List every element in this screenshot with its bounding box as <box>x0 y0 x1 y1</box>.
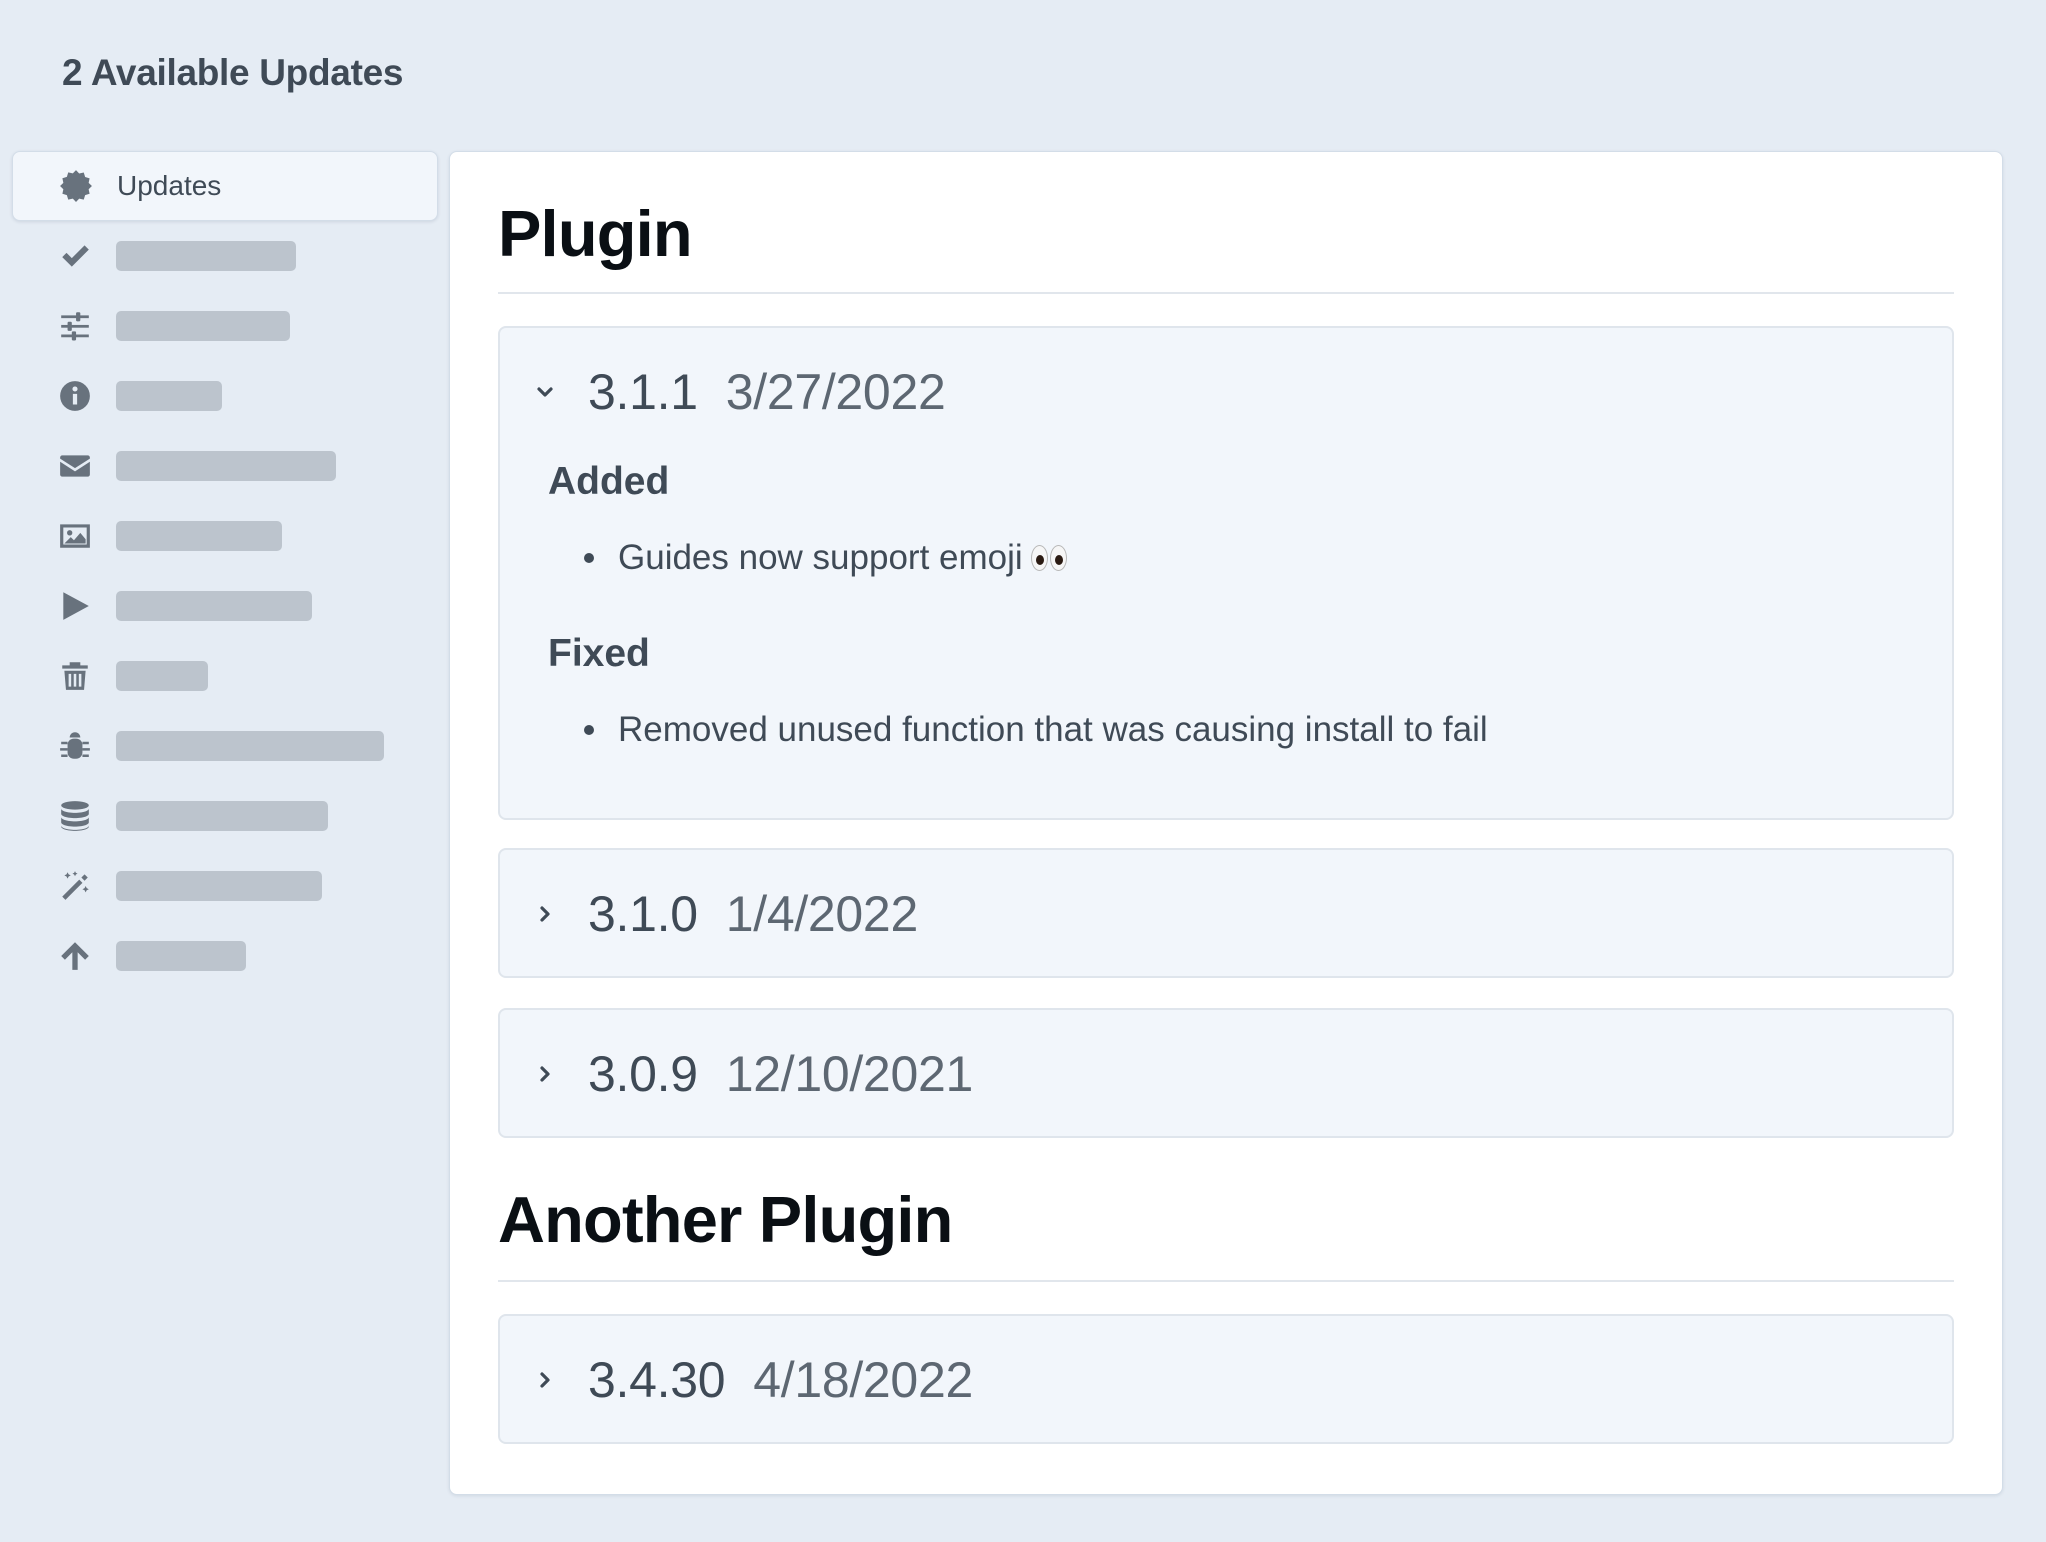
check-icon <box>56 237 94 275</box>
release-header[interactable]: 3.1.1 3/27/2022 <box>500 328 1952 456</box>
badge-icon <box>57 167 95 205</box>
label-placeholder <box>116 451 336 481</box>
change-heading-fixed: Fixed <box>548 632 650 675</box>
sidebar-item-6[interactable] <box>12 501 438 571</box>
bullet-dot <box>584 725 594 735</box>
label-placeholder <box>116 521 282 551</box>
sidebar-item-9[interactable] <box>12 711 438 781</box>
sidebar: Updates <box>12 151 438 991</box>
sliders-icon <box>56 307 94 345</box>
image-icon <box>56 517 94 555</box>
sidebar-item-3[interactable] <box>12 291 438 361</box>
bullet-dot <box>584 553 594 563</box>
release-card: 3.0.9 12/10/2021 <box>498 1008 1954 1138</box>
envelope-icon <box>56 447 94 485</box>
sidebar-item-2[interactable] <box>12 221 438 291</box>
divider <box>498 292 1954 294</box>
info-icon <box>56 377 94 415</box>
chevron-right-icon <box>534 903 556 925</box>
sidebar-item-updates[interactable]: Updates <box>12 151 438 221</box>
label-placeholder <box>116 311 290 341</box>
release-header[interactable]: 3.1.0 1/4/2022 <box>500 850 1952 978</box>
sidebar-item-11[interactable] <box>12 851 438 921</box>
sidebar-item-10[interactable] <box>12 781 438 851</box>
label-placeholder <box>116 591 312 621</box>
sidebar-item-4[interactable] <box>12 361 438 431</box>
release-header[interactable]: 3.4.30 4/18/2022 <box>500 1316 1952 1444</box>
change-heading-added: Added <box>548 460 670 503</box>
play-icon <box>56 587 94 625</box>
label-placeholder <box>116 381 222 411</box>
label-placeholder <box>116 801 328 831</box>
change-item: Guides now support emoji <box>584 538 1069 578</box>
release-version: 3.4.30 4/18/2022 <box>588 1352 973 1408</box>
sidebar-item-label: Updates <box>117 170 222 201</box>
release-version: 3.1.1 3/27/2022 <box>588 364 946 420</box>
release-date: 1/4/2022 <box>725 886 919 942</box>
magic-wand-icon <box>56 867 94 905</box>
release-card: 3.1.1 3/27/2022 Added Guides now support … <box>498 326 1954 820</box>
chevron-down-icon <box>534 381 556 403</box>
plugin-title: Another Plugin <box>498 1183 953 1256</box>
chevron-right-icon <box>534 1369 556 1391</box>
label-placeholder <box>116 241 296 271</box>
chevron-right-icon <box>534 1063 556 1085</box>
label-placeholder <box>116 941 246 971</box>
trash-icon <box>56 657 94 695</box>
sidebar-item-5[interactable] <box>12 431 438 501</box>
change-item: Removed unused function that was causing… <box>584 710 1488 750</box>
release-date: 4/18/2022 <box>753 1352 973 1408</box>
page-title: 2 Available Updates <box>62 52 404 93</box>
label-placeholder <box>116 871 322 901</box>
updates-panel: Plugin 3.1.1 3/27/2022 Added Guides now s… <box>449 151 2003 1495</box>
release-version: 3.0.9 12/10/2021 <box>588 1046 974 1102</box>
label-placeholder <box>116 661 208 691</box>
sidebar-item-8[interactable] <box>12 641 438 711</box>
sidebar-item-12[interactable] <box>12 921 438 991</box>
release-date: 12/10/2021 <box>725 1046 974 1102</box>
release-header[interactable]: 3.0.9 12/10/2021 <box>500 1010 1952 1138</box>
plugin-title: Plugin <box>498 197 693 270</box>
release-version: 3.1.0 1/4/2022 <box>588 886 919 942</box>
release-date: 3/27/2022 <box>725 364 946 420</box>
database-icon <box>56 797 94 835</box>
label-placeholder <box>116 731 384 761</box>
sidebar-item-7[interactable] <box>12 571 438 641</box>
divider <box>498 1280 1954 1282</box>
arrow-up-icon <box>56 937 94 975</box>
release-card: 3.1.0 1/4/2022 <box>498 848 1954 978</box>
release-card: 3.4.30 4/18/2022 <box>498 1314 1954 1444</box>
eyes-emoji <box>1030 545 1069 571</box>
bug-icon <box>56 727 94 765</box>
